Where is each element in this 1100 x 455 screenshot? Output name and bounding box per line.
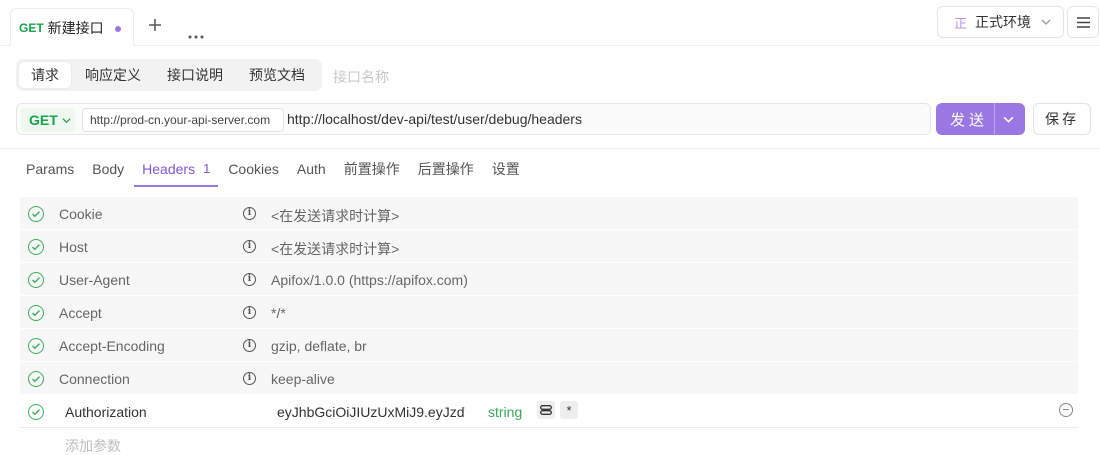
chevron-down-icon [62, 118, 71, 124]
info-icon[interactable]: i [243, 339, 256, 352]
tab-label: 后置操作 [417, 160, 474, 177]
environment-badge: 正 [954, 15, 968, 31]
minus-circle-icon[interactable] [1059, 403, 1073, 417]
tab-label: 设置 [491, 160, 520, 177]
header-key: Cookie [59, 206, 103, 222]
table-row: User-Agent i Apifox/1.0.0 (https://apifo… [20, 263, 1078, 296]
tab-label: Headers [142, 160, 196, 177]
header-value: <在发送请求时计算> [271, 208, 400, 224]
send-button[interactable]: 发送 [936, 103, 1025, 135]
check-circle-icon[interactable] [28, 338, 44, 354]
check-circle-icon[interactable] [28, 305, 44, 321]
link-icon[interactable] [537, 401, 555, 419]
doc-tab-method: GET [19, 20, 44, 35]
chevron-down-icon[interactable] [1003, 114, 1014, 125]
subtab-preview-doc[interactable]: 预览文档 [237, 62, 317, 88]
top-tab-bar: GET 新建接口 正 正式环境 [0, 0, 1100, 46]
environment-select[interactable]: 正 正式环境 [937, 6, 1064, 38]
header-value: <在发送请求时计算> [271, 241, 400, 257]
check-circle-icon[interactable] [28, 404, 44, 420]
method-value: GET [29, 112, 58, 128]
plus-icon[interactable] [148, 17, 162, 35]
send-label: 发送 [950, 111, 989, 129]
tab-label: 前置操作 [343, 160, 400, 177]
subtab-response-definition[interactable]: 响应定义 [73, 62, 153, 88]
api-name-input[interactable]: 接口名称 [333, 67, 389, 87]
hamburger-icon [1076, 16, 1090, 28]
tab-auth[interactable]: Auth [289, 150, 334, 187]
save-button[interactable]: 保存 [1033, 103, 1091, 135]
table-row: Connection i keep-alive [20, 362, 1078, 395]
table-row: Host i <在发送请求时计算> [20, 230, 1078, 263]
info-icon[interactable]: i [243, 207, 256, 220]
menu-button[interactable] [1067, 6, 1099, 38]
table-row: Accept-Encoding i gzip, deflate, br [20, 329, 1078, 362]
doc-tab-new-api[interactable]: GET 新建接口 [10, 8, 134, 46]
tab-label: Cookies [228, 160, 279, 177]
add-param-input[interactable]: 添加参数 [65, 436, 121, 455]
header-type[interactable]: string [488, 404, 522, 420]
header-value: */* [271, 305, 286, 321]
url-bar: GET http://prod-cn.your-api-server.com [16, 103, 931, 135]
table-row: Cookie i <在发送请求时计算> [20, 197, 1078, 230]
tab-label: Auth [296, 160, 326, 177]
header-value: Apifox/1.0.0 (https://apifox.com) [271, 272, 468, 288]
tab-post-operations[interactable]: 后置操作 [410, 150, 482, 187]
header-key: Accept-Encoding [59, 338, 165, 354]
table-row: Accept i */* [20, 296, 1078, 329]
url-input[interactable] [287, 105, 917, 133]
header-value-input[interactable]: eyJhbGciOiJIUzUxMiJ9.eyJzdW [277, 404, 465, 420]
environment-name: 正式环境 [975, 14, 1032, 30]
subtab-api-description[interactable]: 接口说明 [155, 62, 235, 88]
table-row-editable: Authorization eyJhbGciOiJIUzUxMiJ9.eyJzd… [20, 395, 1078, 428]
send-divider [994, 103, 995, 135]
check-circle-icon[interactable] [28, 272, 44, 288]
info-icon[interactable]: i [243, 306, 256, 319]
chevron-down-icon [1041, 14, 1051, 30]
tab-params[interactable]: Params [18, 150, 82, 187]
server-prefix[interactable]: http://prod-cn.your-api-server.com [82, 108, 284, 132]
info-icon[interactable]: i [243, 273, 256, 286]
doc-tab-title: 新建接口 [47, 19, 104, 36]
check-circle-icon[interactable] [28, 239, 44, 255]
sub-tabs: 请求 响应定义 接口说明 预览文档 [16, 59, 322, 91]
check-circle-icon[interactable] [28, 371, 44, 387]
headers-table: Cookie i <在发送请求时计算> Host i <在发送请求时计算> Us… [20, 197, 1078, 428]
tab-label: Params [26, 160, 75, 177]
header-value: gzip, deflate, br [271, 338, 367, 354]
tab-count-badge: 1 [203, 161, 211, 176]
unsaved-dot-icon [115, 26, 121, 32]
info-icon[interactable]: i [243, 240, 256, 253]
request-tabs: Params Body Headers 1 Cookies Auth 前置操作 后… [18, 150, 530, 187]
tab-settings[interactable]: 设置 [484, 150, 528, 187]
tab-headers[interactable]: Headers 1 [134, 150, 219, 187]
tab-label: Body [92, 160, 125, 177]
header-key: Accept [59, 305, 102, 321]
header-key: Connection [59, 371, 130, 387]
info-icon[interactable]: i [243, 372, 256, 385]
required-toggle[interactable]: * [560, 401, 578, 419]
header-value: keep-alive [271, 371, 335, 387]
header-key-input[interactable]: Authorization [65, 404, 147, 420]
tab-cookies[interactable]: Cookies [220, 150, 287, 187]
tab-pre-operations[interactable]: 前置操作 [336, 150, 408, 187]
method-select[interactable]: GET [21, 108, 75, 132]
ellipsis-icon[interactable] [188, 24, 204, 42]
header-key: Host [59, 239, 88, 255]
tab-body[interactable]: Body [84, 150, 132, 187]
subtab-request[interactable]: 请求 [19, 62, 71, 88]
header-key: User-Agent [59, 272, 130, 288]
request-tabs-divider [0, 148, 1100, 149]
check-circle-icon[interactable] [28, 206, 44, 222]
